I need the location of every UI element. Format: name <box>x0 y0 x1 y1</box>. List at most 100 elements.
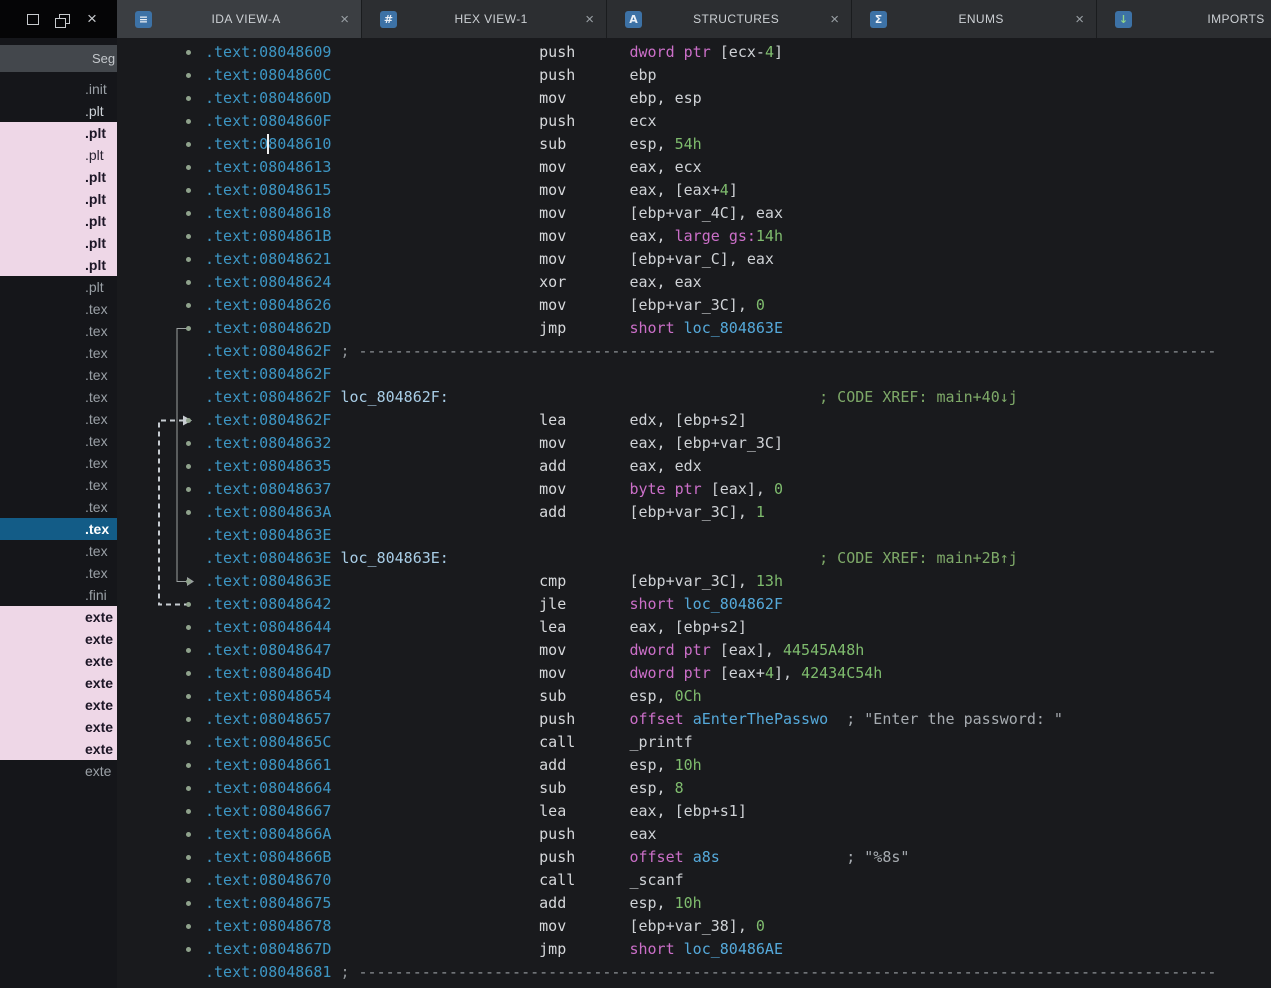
disasm-line[interactable]: .text:0804866A push eax <box>117 823 1271 846</box>
name-ref[interactable]: loc_804862F <box>684 595 783 613</box>
disasm-line[interactable]: .text:08048644 lea eax, [ebp+s2] <box>117 616 1271 639</box>
float-icon[interactable] <box>27 13 39 25</box>
disasm-line[interactable]: .text:0804860F push ecx <box>117 110 1271 133</box>
segment-item[interactable]: .plt <box>0 254 117 276</box>
address[interactable]: .text:08048615 <box>205 181 331 199</box>
disasm-line[interactable]: .text:0804860D mov ebp, esp <box>117 87 1271 110</box>
disasm-line[interactable]: .text:08048661 add esp, 10h <box>117 754 1271 777</box>
address[interactable]: .text:08048621 <box>205 250 331 268</box>
disasm-line[interactable]: .text:08048647 mov dword ptr [eax], 4454… <box>117 639 1271 662</box>
tab-structures[interactable]: A STRUCTURES × <box>607 0 852 38</box>
address[interactable]: .text:0804860F <box>205 112 331 130</box>
segment-item[interactable]: .tex <box>0 474 117 496</box>
disasm-line[interactable]: .text:08048613 mov eax, ecx <box>117 156 1271 179</box>
address[interactable]: .text:08048678 <box>205 917 331 935</box>
disasm-line[interactable]: .text:08048675 add esp, 10h <box>117 892 1271 915</box>
address[interactable]: .text:0804860D <box>205 89 331 107</box>
disasm-line[interactable]: .text:08048618 mov [ebp+var_4C], eax <box>117 202 1271 225</box>
segment-item[interactable]: .tex <box>0 298 117 320</box>
disasm-line[interactable]: .text:08048610 sub esp, 54h <box>117 133 1271 156</box>
disassembly-view[interactable]: .text:08048609 push dword ptr [ecx-4] .te… <box>117 38 1271 988</box>
address[interactable]: .text:08048681 <box>205 963 331 981</box>
segment-item[interactable]: .plt <box>0 188 117 210</box>
tab-close-icon[interactable]: × <box>830 12 839 27</box>
segment-item[interactable]: exte <box>0 672 117 694</box>
disasm-line[interactable]: .text:0804863E <box>117 524 1271 547</box>
disasm-line[interactable]: .text:08048670 call _scanf <box>117 869 1271 892</box>
address[interactable]: .text:0804863A <box>205 503 331 521</box>
tab-close-icon[interactable]: × <box>340 12 349 27</box>
address[interactable]: .text:0804866B <box>205 848 331 866</box>
disasm-line[interactable]: .text:08048632 mov eax, [ebp+var_3C] <box>117 432 1271 455</box>
name-ref[interactable]: a8s <box>693 848 720 866</box>
disasm-line[interactable]: .text:0804862F ; -----------------------… <box>117 340 1271 363</box>
segment-item[interactable]: .tex <box>0 452 117 474</box>
segment-item[interactable]: .tex <box>0 430 117 452</box>
tab-close-icon[interactable]: × <box>1075 12 1084 27</box>
tab-enums[interactable]: Σ ENUMS × <box>852 0 1097 38</box>
segment-item[interactable]: .tex <box>0 342 117 364</box>
segment-item[interactable]: .tex <box>0 540 117 562</box>
disasm-line[interactable]: .text:08048615 mov eax, [eax+4] <box>117 179 1271 202</box>
segment-item[interactable]: .init <box>0 78 117 100</box>
address[interactable]: .text:08048654 <box>205 687 331 705</box>
address[interactable]: .text:08048667 <box>205 802 331 820</box>
disasm-line[interactable]: .text:0804864D mov dword ptr [eax+4], 42… <box>117 662 1271 685</box>
segment-item[interactable]: .tex <box>0 386 117 408</box>
segment-item[interactable]: exte <box>0 694 117 716</box>
disasm-line[interactable]: .text:08048681 ; -----------------------… <box>117 961 1271 984</box>
name-ref[interactable]: aEnterThePasswo <box>693 710 828 728</box>
tab-hex-view-1[interactable]: # HEX VIEW-1 × <box>362 0 607 38</box>
address[interactable]: .text:08048675 <box>205 894 331 912</box>
address[interactable]: .text:0804862F <box>205 388 331 406</box>
disasm-line[interactable]: .text:08048667 lea eax, [ebp+s1] <box>117 800 1271 823</box>
disasm-line[interactable]: .text:08048642 jle short loc_804862F <box>117 593 1271 616</box>
disasm-line[interactable]: .text:0804863A add [ebp+var_3C], 1 <box>117 501 1271 524</box>
address[interactable]: .text:08048618 <box>205 204 331 222</box>
address[interactable]: .text:0804867D <box>205 940 331 958</box>
disasm-line[interactable]: .text:08048637 mov byte ptr [eax], 0 <box>117 478 1271 501</box>
address[interactable]: .text:08048657 <box>205 710 331 728</box>
address[interactable]: .text:08048632 <box>205 434 331 452</box>
disasm-line[interactable]: .text:08048664 sub esp, 8 <box>117 777 1271 800</box>
disasm-line[interactable]: .text:08048624 xor eax, eax <box>117 271 1271 294</box>
address[interactable]: .text:0804866A <box>205 825 331 843</box>
segment-item[interactable]: .fini <box>0 584 117 606</box>
segment-item[interactable]: .tex <box>0 496 117 518</box>
segment-item[interactable]: exte <box>0 738 117 760</box>
close-icon[interactable]: × <box>87 10 97 27</box>
restore-icon[interactable] <box>55 14 70 28</box>
segment-item[interactable]: exte <box>0 760 117 782</box>
segment-item[interactable]: exte <box>0 628 117 650</box>
segment-item[interactable]: .plt <box>0 100 117 122</box>
segment-item[interactable]: .plt <box>0 210 117 232</box>
address[interactable]: .text:0804863E <box>205 549 331 567</box>
segment-item[interactable]: .tex <box>0 518 117 540</box>
address[interactable]: .text:0804865C <box>205 733 331 751</box>
address[interactable]: .text:08048670 <box>205 871 331 889</box>
address[interactable]: .text:0804864D <box>205 664 331 682</box>
segment-item[interactable]: .plt <box>0 276 117 298</box>
address[interactable]: .text:0804863E <box>205 572 331 590</box>
address[interactable]: .text:08048637 <box>205 480 331 498</box>
disasm-line[interactable]: .text:08048621 mov [ebp+var_C], eax <box>117 248 1271 271</box>
tab-imports[interactable]: ↓ IMPORTS <box>1097 0 1271 38</box>
address[interactable]: .text:08048647 <box>205 641 331 659</box>
segment-item[interactable]: exte <box>0 650 117 672</box>
segment-item[interactable]: .plt <box>0 232 117 254</box>
disasm-line[interactable]: .text:08048609 push dword ptr [ecx-4] <box>117 41 1271 64</box>
address[interactable]: .text:08048609 <box>205 43 331 61</box>
address[interactable]: .text:0804862F <box>205 365 331 383</box>
address[interactable]: .text:08048642 <box>205 595 331 613</box>
disasm-line[interactable]: .text:0804867D jmp short loc_80486AE <box>117 938 1271 961</box>
segment-item[interactable]: .tex <box>0 320 117 342</box>
disasm-line[interactable]: .text:0804861B mov eax, large gs:14h <box>117 225 1271 248</box>
label[interactable]: loc_804863E: <box>340 549 448 567</box>
segment-item[interactable]: .plt <box>0 122 117 144</box>
segment-item[interactable]: .tex <box>0 562 117 584</box>
address[interactable]: .text:08048635 <box>205 457 331 475</box>
address[interactable]: .text:0804862F <box>205 342 331 360</box>
segment-item[interactable]: exte <box>0 606 117 628</box>
address[interactable]: .text:08048626 <box>205 296 331 314</box>
disasm-line[interactable]: .text:08048635 add eax, edx <box>117 455 1271 478</box>
